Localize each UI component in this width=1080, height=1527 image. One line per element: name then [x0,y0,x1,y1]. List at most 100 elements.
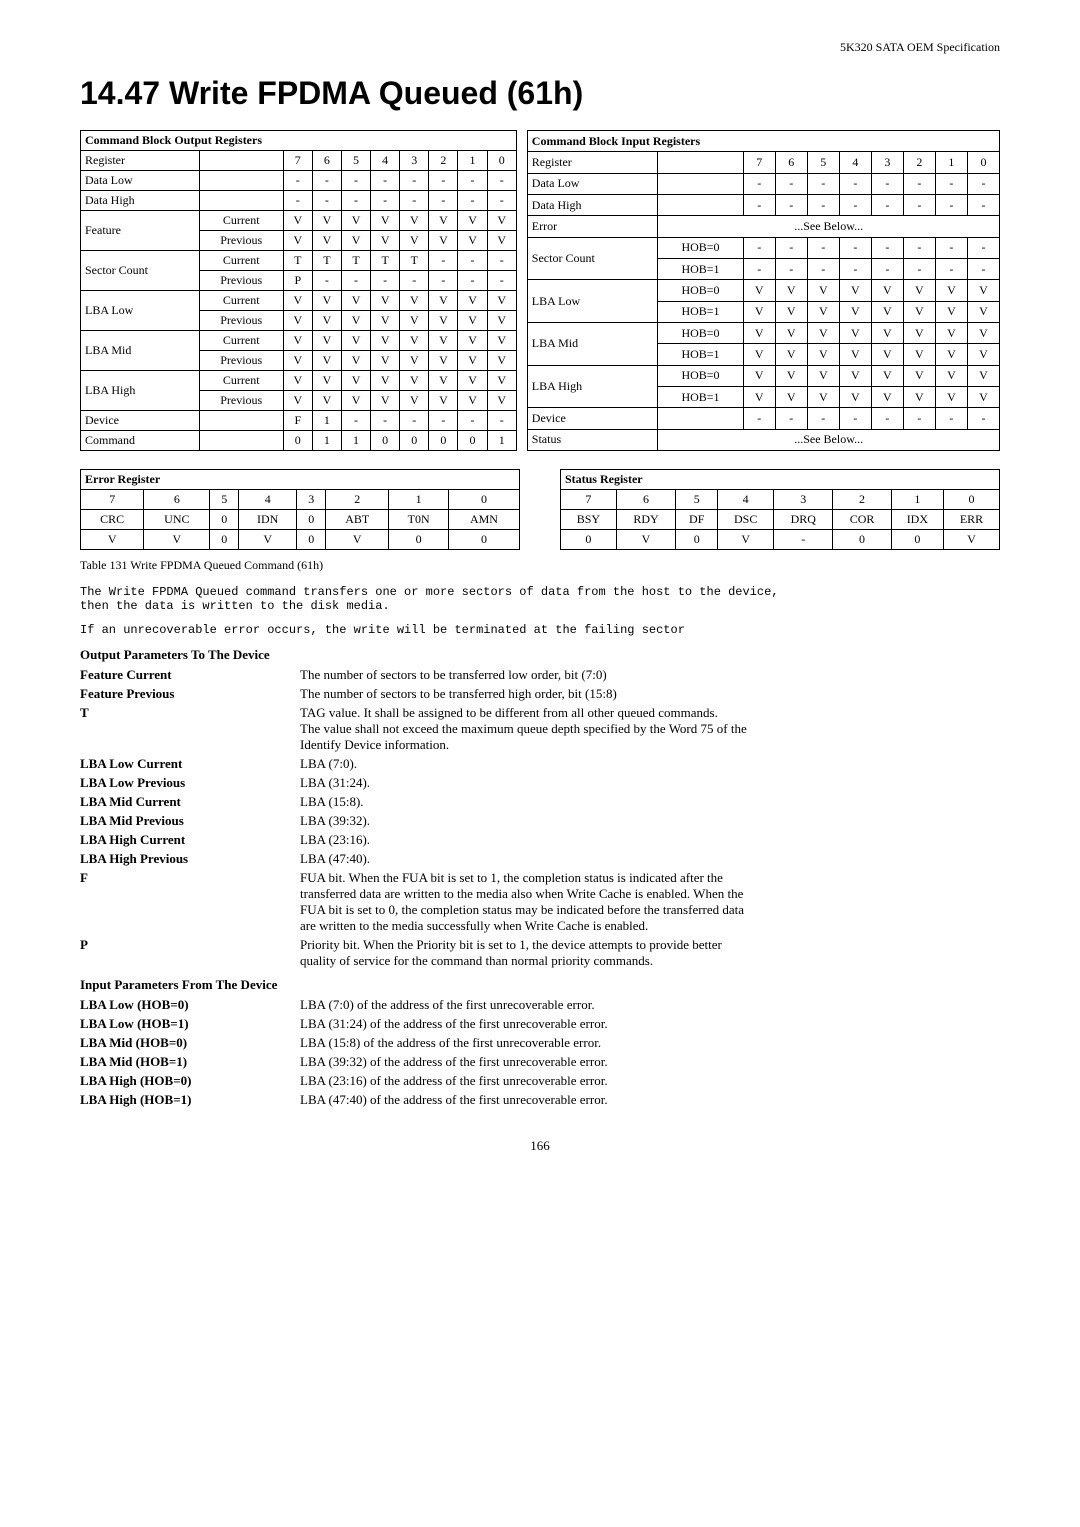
table-cell: 7 [81,490,144,510]
table-cell: V [283,391,312,411]
table-cell: 3 [400,151,429,171]
table-cell: - [839,194,871,215]
param-value: LBA (15:8) of the address of the first u… [300,1035,1000,1051]
table-cell: 6 [775,152,807,173]
table-cell [199,411,283,431]
table-cell: ERR [944,510,1000,530]
param-row: Feature Current The number of sectors to… [80,667,1000,683]
table-cell: V [616,530,675,550]
param-label: LBA Mid (HOB=0) [80,1035,300,1051]
param-row: LBA Low Previous LBA (31:24). [80,775,1000,791]
table-cell: V [458,291,487,311]
table-cell: V [871,301,903,322]
param-value: LBA (47:40) of the address of the first … [300,1092,1000,1108]
table-cell: V [400,231,429,251]
table-cell: V [967,301,999,322]
table-cell: - [807,237,839,258]
table-cell: V [487,231,516,251]
table-cell: V [935,386,967,407]
table-cell: 0 [448,490,519,510]
body-text-1: The Write FPDMA Queued command transfers… [80,585,1000,613]
table-cell: V [458,311,487,331]
param-row: T TAG value. It shall be assigned to be … [80,705,1000,753]
table-cell: V [429,391,458,411]
table-cell: V [371,391,400,411]
table-cell: 5 [341,151,370,171]
table-cell: - [743,194,775,215]
table-cell: 1 [389,490,449,510]
table-cell: 0 [833,530,891,550]
table-cell: V [967,322,999,343]
table-cell: 0 [400,431,429,451]
table-cell: - [743,173,775,194]
table-cell: V [429,371,458,391]
table-cell: V [871,365,903,386]
table-cell: AMN [448,510,519,530]
table-cell: Previous [199,351,283,371]
table-cell: 7 [560,490,616,510]
table-cell: - [458,411,487,431]
body-text-2: If an unrecoverable error occurs, the wr… [80,623,1000,637]
table-cell: V [871,322,903,343]
table-cell: 0 [297,530,326,550]
table-cell: V [743,365,775,386]
table-cell: 6 [144,490,210,510]
table-cell: - [807,173,839,194]
table-cell: V [935,301,967,322]
table-cell: V [839,280,871,301]
param-row: LBA Low (HOB=1) LBA (31:24) of the addre… [80,1016,1000,1032]
table-cell: Data High [527,194,658,215]
table-cell: V [144,530,210,550]
table-cell: - [429,191,458,211]
table-cell: Data Low [81,171,200,191]
param-value: The number of sectors to be transferred … [300,667,1000,683]
table-cell: HOB=0 [658,280,743,301]
table-cell: 6 [312,151,341,171]
output-params-section: Output Parameters To The Device Feature … [80,647,1000,969]
table-cell: V [903,301,935,322]
table-cell: V [371,311,400,331]
table-cell: LBA High [527,365,658,408]
table-cell: T0N [389,510,449,530]
param-row: LBA Mid (HOB=1) LBA (39:32) of the addre… [80,1054,1000,1070]
table-cell: Previous [199,311,283,331]
table-cell: - [871,173,903,194]
table-cell: V [429,351,458,371]
param-value: LBA (15:8). [300,794,1000,810]
table-cell: T [283,251,312,271]
param-row: LBA Low (HOB=0) LBA (7:0) of the address… [80,997,1000,1013]
table-cell: 0 [944,490,1000,510]
table-cell: LBA Low [81,291,200,331]
table-cell: Sector Count [81,251,200,291]
table-cell [199,431,283,451]
table-cell: V [743,301,775,322]
table-cell: V [341,311,370,331]
table-cell: Register [527,152,658,173]
table-cell: 0 [560,530,616,550]
table-cell: - [807,194,839,215]
param-value: TAG value. It shall be assigned to be di… [300,705,1000,753]
table-cell: - [400,171,429,191]
table-cell: - [935,237,967,258]
table-cell: V [283,331,312,351]
table-cell: 1 [935,152,967,173]
table-cell: - [871,258,903,279]
table-cell: V [839,365,871,386]
table-cell: V [487,311,516,331]
input-params-section: Input Parameters From The Device LBA Low… [80,977,1000,1108]
table-cell [658,194,743,215]
table-cell: Previous [199,391,283,411]
param-label: LBA High (HOB=0) [80,1073,300,1089]
table-cell: V [341,371,370,391]
table-cell: 0 [210,510,239,530]
param-label: LBA High (HOB=1) [80,1092,300,1108]
table-cell: DF [676,510,718,530]
table-cell: T [400,251,429,271]
table-cell: V [283,371,312,391]
table-cell: V [371,231,400,251]
table-cell: V [743,344,775,365]
table-cell: CRC [81,510,144,530]
param-row: LBA High (HOB=0) LBA (23:16) of the addr… [80,1073,1000,1089]
input-params-title: Input Parameters From The Device [80,977,1000,993]
table-cell: T [312,251,341,271]
